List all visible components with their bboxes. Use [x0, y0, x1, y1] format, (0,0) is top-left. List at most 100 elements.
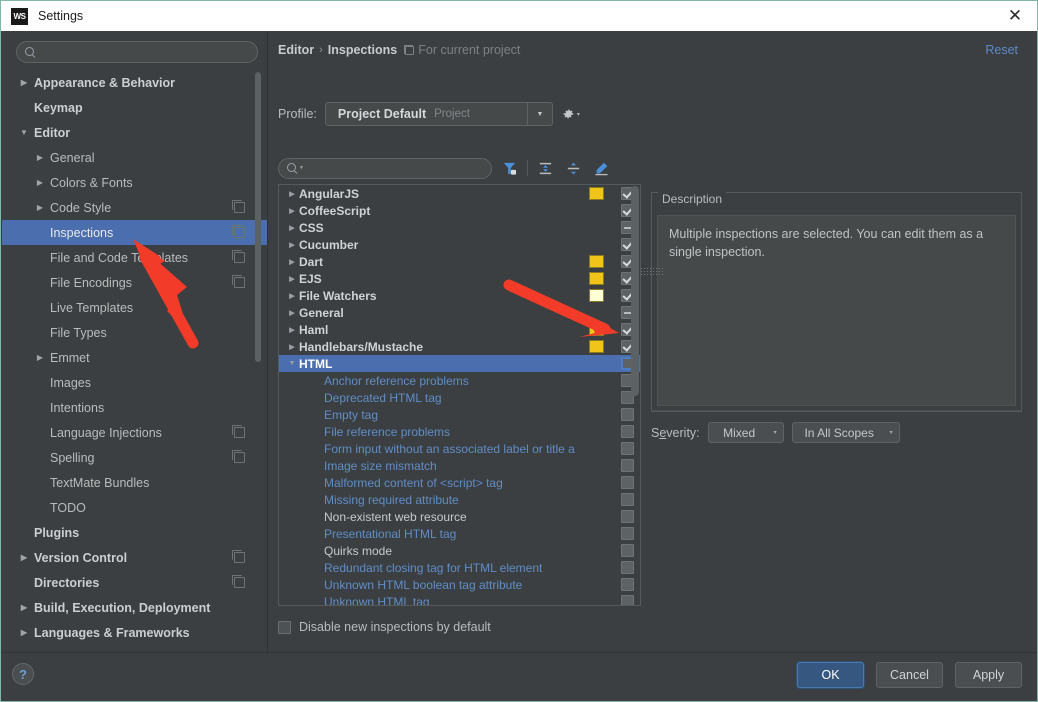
chevron-down-icon[interactable] [16, 128, 32, 137]
chevron-right-icon[interactable]: ▶ [285, 292, 299, 300]
inspection-row[interactable]: ▶ CoffeeScript [279, 202, 640, 219]
inspection-row[interactable]: ▶ Cucumber [279, 236, 640, 253]
sidebar-item-appearance-behavior[interactable]: Appearance & Behavior [2, 70, 267, 95]
sidebar-item-languages-frameworks[interactable]: Languages & Frameworks [2, 620, 267, 645]
chevron-right-icon[interactable] [32, 353, 48, 362]
profile-combobox[interactable]: Project Default Project ▼ [324, 102, 553, 126]
sidebar-item-build-execution-deployment[interactable]: Build, Execution, Deployment [2, 595, 267, 620]
expand-all-icon[interactable] [534, 157, 556, 179]
inspection-row[interactable]: Deprecated HTML tag [279, 389, 640, 406]
chevron-right-icon[interactable] [16, 628, 32, 637]
inspection-checkbox[interactable] [621, 544, 634, 557]
profile-settings-button[interactable]: ▾ [561, 107, 580, 121]
sidebar-item-textmate-bundles[interactable]: TextMate Bundles [2, 470, 267, 495]
inspection-row[interactable]: Non-existent web resource [279, 508, 640, 525]
inspection-row[interactable]: ▶ Dart [279, 253, 640, 270]
sidebar-scrollbar[interactable] [255, 72, 261, 362]
inspection-row[interactable]: Empty tag [279, 406, 640, 423]
inspection-row[interactable]: Redundant closing tag for HTML element [279, 559, 640, 576]
inspection-checkbox[interactable] [621, 527, 634, 540]
sidebar-item-file-types[interactable]: File Types [2, 320, 267, 345]
sidebar-item-live-templates[interactable]: Live Templates [2, 295, 267, 320]
inspection-row[interactable]: ▶ Haml [279, 321, 640, 338]
close-icon[interactable]: ✕ [993, 1, 1037, 31]
inspection-row[interactable]: ▼ HTML [279, 355, 640, 372]
sidebar-item-emmet[interactable]: Emmet [2, 345, 267, 370]
sidebar-item-images[interactable]: Images [2, 370, 267, 395]
filter-funnel-icon[interactable] [498, 157, 520, 179]
inspection-row[interactable]: Quirks mode [279, 542, 640, 559]
inspection-checkbox[interactable] [621, 561, 634, 574]
inspection-tree-scrollbar[interactable] [631, 186, 639, 396]
sidebar-item-intentions[interactable]: Intentions [2, 395, 267, 420]
sidebar-item-version-control[interactable]: Version Control [2, 545, 267, 570]
inspection-row[interactable]: Malformed content of <script> tag [279, 474, 640, 491]
sidebar-item-directories[interactable]: Directories [2, 570, 267, 595]
sidebar-item-spelling[interactable]: Spelling [2, 445, 267, 470]
sidebar-item-file-and-code-templates[interactable]: File and Code Templates [2, 245, 267, 270]
sidebar-item-plugins[interactable]: Plugins [2, 520, 267, 545]
inspection-row[interactable]: Missing required attribute [279, 491, 640, 508]
sidebar-item-general[interactable]: General [2, 145, 267, 170]
chevron-right-icon[interactable] [32, 203, 48, 212]
sidebar-item-todo[interactable]: TODO [2, 495, 267, 520]
splitter-grip[interactable] [641, 268, 663, 275]
sidebar-item-keymap[interactable]: Keymap [2, 95, 267, 120]
chevron-right-icon[interactable]: ▶ [285, 326, 299, 334]
chevron-right-icon[interactable]: ▶ [285, 309, 299, 317]
ok-button[interactable]: OK [797, 662, 864, 688]
sidebar-item-colors-fonts[interactable]: Colors & Fonts [2, 170, 267, 195]
inspection-checkbox[interactable] [621, 459, 634, 472]
inspection-row[interactable]: Presentational HTML tag [279, 525, 640, 542]
inspection-row[interactable]: ▶ AngularJS [279, 185, 640, 202]
chevron-right-icon[interactable]: ▶ [285, 275, 299, 283]
sidebar-item-editor[interactable]: Editor [2, 120, 267, 145]
chevron-right-icon[interactable]: ▶ [285, 190, 299, 198]
chevron-right-icon[interactable]: ▶ [285, 343, 299, 351]
severity-color-swatch[interactable] [589, 187, 604, 200]
severity-color-swatch[interactable] [589, 272, 604, 285]
inspection-filter-field[interactable]: ▼ [278, 157, 492, 179]
inspection-checkbox[interactable] [621, 425, 634, 438]
inspection-checkbox[interactable] [621, 578, 634, 591]
inspection-row[interactable]: Form input without an associated label o… [279, 440, 640, 457]
inspection-checkbox[interactable] [621, 408, 634, 421]
reset-link[interactable]: Reset [985, 43, 1018, 57]
severity-color-swatch[interactable] [589, 340, 604, 353]
severity-color-swatch[interactable] [589, 255, 604, 268]
cancel-button[interactable]: Cancel [876, 662, 943, 688]
gear-caret-icon[interactable]: ▾ [577, 111, 580, 118]
chevron-right-icon[interactable]: ▶ [285, 224, 299, 232]
inspection-row[interactable]: Unknown HTML tag [279, 593, 640, 605]
inspection-checkbox[interactable] [621, 595, 634, 605]
sidebar-item-file-encodings[interactable]: File Encodings [2, 270, 267, 295]
sidebar-item-inspections[interactable]: Inspections [2, 220, 267, 245]
scope-combobox[interactable]: In All Scopes ▾ [791, 422, 900, 443]
inspection-checkbox[interactable] [621, 442, 634, 455]
severity-color-swatch[interactable] [589, 289, 604, 302]
chevron-right-icon[interactable]: ▶ [285, 258, 299, 266]
collapse-all-icon[interactable] [562, 157, 584, 179]
severity-combobox[interactable]: Mixed ▾ [707, 422, 784, 443]
chevron-down-icon[interactable]: ▼ [526, 103, 552, 125]
sidebar-search[interactable] [16, 41, 258, 63]
breadcrumb-root[interactable]: Editor [278, 43, 314, 57]
disable-new-inspections-row[interactable]: Disable new inspections by default [278, 620, 491, 634]
inspection-tree[interactable]: ▶ AngularJS ▶ CoffeeScript ▶ CSS ▶ Cucumber ▶ Dar… [278, 184, 641, 606]
chevron-right-icon[interactable] [16, 78, 32, 87]
inspection-row[interactable]: ▶ File Watchers [279, 287, 640, 304]
chevron-right-icon[interactable] [32, 178, 48, 187]
chevron-down-icon[interactable]: ▼ [285, 360, 299, 367]
inspection-row[interactable]: ▶ CSS [279, 219, 640, 236]
chevron-right-icon[interactable] [16, 553, 32, 562]
sidebar-item-code-style[interactable]: Code Style [2, 195, 267, 220]
inspection-checkbox[interactable] [621, 476, 634, 489]
inspection-row[interactable]: Unknown HTML boolean tag attribute [279, 576, 640, 593]
inspection-checkbox[interactable] [621, 493, 634, 506]
inspection-row[interactable]: Anchor reference problems [279, 372, 640, 389]
inspection-row[interactable]: ▶ EJS [279, 270, 640, 287]
reset-to-default-icon[interactable] [590, 157, 612, 179]
search-input[interactable] [36, 46, 257, 58]
chevron-right-icon[interactable]: ▶ [285, 241, 299, 249]
help-button[interactable]: ? [12, 663, 34, 685]
